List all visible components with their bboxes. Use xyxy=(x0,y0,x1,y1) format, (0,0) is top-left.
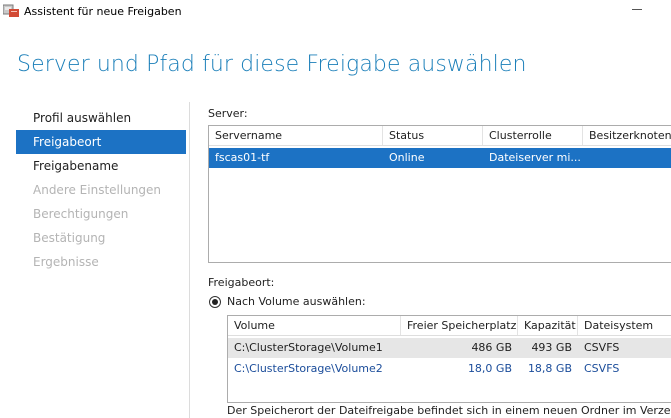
server-grid[interactable]: Servername Status Clusterrolle Besitzerk… xyxy=(208,125,671,263)
nav-item-freigabename[interactable]: Freigabename xyxy=(16,154,186,178)
page-title: Server und Pfad für diese Freigabe auswä… xyxy=(17,52,527,77)
server-grid-header: Servername Status Clusterrolle Besitzerk… xyxy=(209,126,671,146)
volume-free-cell: 18,0 GB xyxy=(467,362,512,375)
nav-item-andere-einstellungen: Andere Einstellungen xyxy=(33,183,162,197)
nav-item-berechtigungen: Berechtigungen xyxy=(33,207,129,221)
volume-fs-cell: CSVFS xyxy=(584,341,620,354)
volume-capacity-cell: 493 GB xyxy=(531,341,572,354)
server-row[interactable]: fscas01-tf Online Dateiserver mi... xyxy=(209,148,671,168)
nav-item-ergebnisse: Ergebnisse xyxy=(33,255,99,269)
server-status-cell: Online xyxy=(389,151,425,164)
nav-divider xyxy=(189,102,190,418)
column-clusterrolle[interactable]: Clusterrolle xyxy=(483,126,583,145)
server-label: Server: xyxy=(208,107,248,120)
server-role-cell: Dateiserver mi... xyxy=(489,151,581,164)
share-folder-icon xyxy=(2,4,19,17)
location-note: Der Speicherort der Dateifreigabe befind… xyxy=(227,404,671,417)
volume-radio[interactable] xyxy=(209,296,221,308)
nav-item-bestaetigung: Bestätigung xyxy=(33,231,106,245)
column-volume[interactable]: Volume xyxy=(228,316,401,335)
volume-row[interactable]: C:\ClusterStorage\Volume2 18,0 GB 18,8 G… xyxy=(228,359,671,379)
volume-capacity-cell: 18,8 GB xyxy=(527,362,572,375)
column-free-space[interactable]: Freier Speicherplatz xyxy=(401,316,518,335)
nav-item-freigabeort[interactable]: Freigabeort xyxy=(16,130,186,154)
volume-free-cell: 486 GB xyxy=(471,341,512,354)
column-capacity[interactable]: Kapazität xyxy=(518,316,578,335)
volume-path-cell: C:\ClusterStorage\Volume2 xyxy=(234,362,383,375)
wizard-nav: Profil auswählen Freigabeort Freigabenam… xyxy=(16,106,186,274)
server-name-cell: fscas01-tf xyxy=(215,151,270,164)
volume-path-cell: C:\ClusterStorage\Volume1 xyxy=(234,341,383,354)
column-besitzerknoten[interactable]: Besitzerknoten xyxy=(583,126,671,145)
volume-row[interactable]: C:\ClusterStorage\Volume1 486 GB 493 GB … xyxy=(228,338,671,358)
column-filesystem[interactable]: Dateisystem xyxy=(578,316,671,335)
title-bar: Assistent für neue Freigaben xyxy=(0,0,671,24)
volume-fs-cell: CSVFS xyxy=(584,362,620,375)
window-title: Assistent für neue Freigaben xyxy=(24,5,182,18)
minimize-button[interactable] xyxy=(628,0,648,20)
freigabeort-label: Freigabeort: xyxy=(208,276,275,289)
volume-grid[interactable]: Volume Freier Speicherplatz Kapazität Da… xyxy=(227,315,671,403)
nav-item-profil[interactable]: Profil auswählen xyxy=(16,106,186,130)
volume-radio-label[interactable]: Nach Volume auswählen: xyxy=(227,295,366,308)
server-owner-cell xyxy=(583,148,671,168)
column-servername[interactable]: Servername xyxy=(209,126,383,145)
volume-grid-header: Volume Freier Speicherplatz Kapazität Da… xyxy=(228,316,671,336)
column-status[interactable]: Status xyxy=(383,126,483,145)
